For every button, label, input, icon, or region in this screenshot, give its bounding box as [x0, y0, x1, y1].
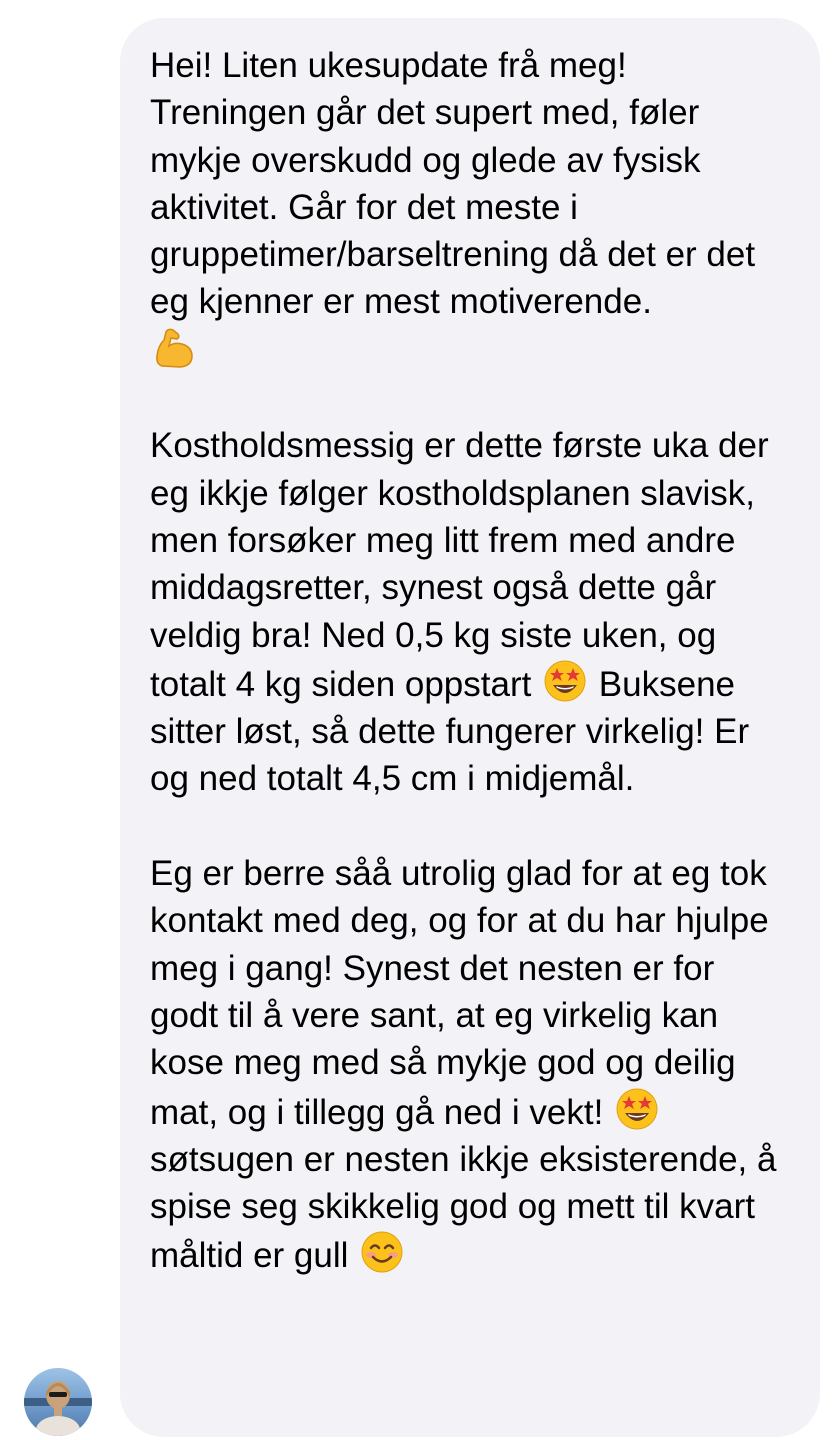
flexed-biceps-icon [152, 326, 196, 370]
message-text-1: Hei! Liten ukesupdate frå meg! Treningen… [150, 46, 756, 322]
sender-avatar[interactable] [24, 1368, 92, 1436]
star-struck-icon [615, 1087, 659, 1131]
star-struck-icon [543, 659, 587, 703]
message-paragraph-2: Kostholdsmessig er dette første uka der … [150, 422, 790, 802]
message-paragraph-1: Hei! Liten ukesupdate frå meg! Treningen… [150, 42, 790, 375]
message-text-3b: søtsugen er nesten ikkje eksisterende, å… [150, 1139, 777, 1276]
message-text-3a: Eg er berre såå utrolig glad for at eg t… [150, 854, 769, 1132]
user-avatar-photo-icon [24, 1368, 92, 1436]
message-text-2a: Kostholdsmessig er dette første uka der … [150, 426, 769, 704]
message-paragraph-3: Eg er berre såå utrolig glad for at eg t… [150, 850, 790, 1280]
smiling-face-icon [360, 1230, 404, 1274]
message-bubble[interactable]: Hei! Liten ukesupdate frå meg! Treningen… [120, 18, 820, 1437]
